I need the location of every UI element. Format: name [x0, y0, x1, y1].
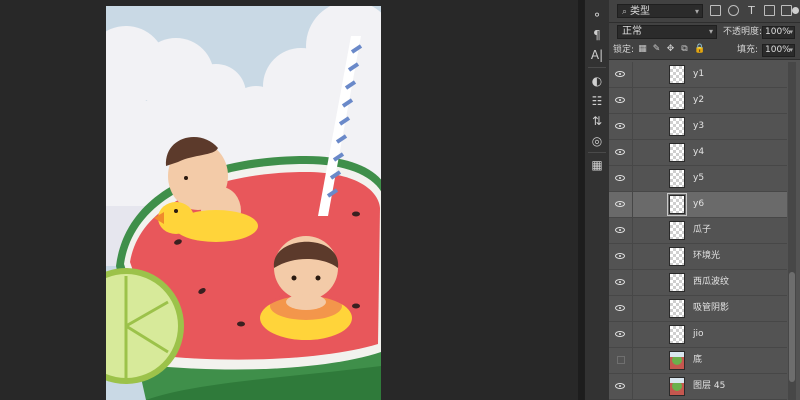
- lock-transparent-pixels-icon[interactable]: ▦: [638, 44, 647, 55]
- layer-thumbnail: [669, 65, 685, 84]
- opacity-label: 不透明度:: [723, 27, 763, 37]
- blend-opacity-bar: 正常 ▾ 不透明度: 100% ▾: [609, 23, 800, 41]
- layer-thumbnail: [669, 325, 685, 344]
- layer-name: y3: [693, 121, 705, 131]
- layer-thumbnail: [669, 299, 685, 318]
- properties-icon[interactable]: ☷: [587, 92, 607, 110]
- filter-toggle-icon[interactable]: [792, 7, 799, 14]
- search-icon: ⌕: [622, 7, 628, 17]
- visibility-toggle-icon[interactable]: [609, 270, 633, 295]
- layer-thumbnail: [669, 273, 685, 292]
- blend-mode-select[interactable]: 正常 ▾: [617, 25, 717, 39]
- layer-name: y4: [693, 147, 705, 157]
- visibility-toggle-icon[interactable]: [609, 192, 633, 217]
- layer-row[interactable]: 吸管阴影: [609, 296, 787, 322]
- visibility-toggle-icon[interactable]: [609, 166, 633, 191]
- paragraph-icon[interactable]: ¶: [587, 26, 607, 44]
- lock-label: 锁定:: [613, 45, 635, 55]
- chevron-down-icon: ▾: [708, 27, 713, 36]
- layer-thumbnail: [669, 221, 685, 240]
- lock-position-icon[interactable]: ✥: [666, 44, 675, 55]
- scrollbar-thumb[interactable]: [789, 272, 795, 382]
- image-filter-icon[interactable]: [710, 5, 721, 16]
- collapsed-panel-strip: ⚬ ¶ A| ◐ ☷ ⇅ ◎ ▦: [584, 0, 610, 400]
- fill-field[interactable]: 100% ▾: [762, 44, 795, 57]
- visibility-toggle-icon[interactable]: [609, 322, 633, 347]
- document-canvas-area[interactable]: [0, 0, 578, 400]
- chevron-down-icon: ▾: [694, 7, 699, 16]
- visibility-toggle-icon[interactable]: [609, 218, 633, 243]
- opacity-value: 100%: [765, 27, 791, 37]
- lock-image-pixels-icon[interactable]: ✎: [652, 44, 661, 55]
- smart-object-filter-icon[interactable]: [781, 5, 792, 16]
- layer-name: 底: [693, 355, 703, 365]
- history-icon[interactable]: ⚬: [587, 6, 607, 24]
- layer-thumbnail: [669, 143, 685, 162]
- fill-value: 100%: [765, 45, 791, 55]
- layer-kind-filter-label: 类型: [630, 6, 651, 17]
- layer-name: jio: [693, 329, 704, 339]
- artboard-illustration[interactable]: [106, 6, 381, 400]
- watermelon-illustration: [106, 6, 381, 400]
- opacity-field[interactable]: 100% ▾: [762, 26, 795, 39]
- layer-name: 吸管阴影: [693, 303, 730, 313]
- layer-name: 环境光: [693, 251, 721, 261]
- layer-thumbnail: [669, 169, 685, 188]
- layer-row[interactable]: 底: [609, 348, 787, 374]
- layer-row[interactable]: 图层 45: [609, 374, 787, 400]
- visibility-toggle-icon[interactable]: [609, 244, 633, 269]
- adjustments-icon[interactable]: ◐: [587, 72, 607, 90]
- layers-panel: ⌕ 类型 ▾ T 正常 ▾ 不透明度: 100% ▾ 锁定: ▦ ✎ ✥ ⧉ 🔒 填…: [609, 0, 800, 400]
- blend-mode-value: 正常: [622, 26, 642, 37]
- type-filter-icon[interactable]: T: [746, 5, 757, 16]
- layer-thumbnail: [667, 193, 687, 216]
- paths-icon[interactable]: ◎: [587, 132, 607, 150]
- layer-name: y6: [693, 199, 705, 209]
- layer-name: 图层 45: [693, 381, 726, 391]
- adjustment-filter-icon[interactable]: [728, 5, 739, 16]
- layers-scrollbar[interactable]: [788, 62, 796, 400]
- visibility-toggle-icon[interactable]: [609, 62, 633, 87]
- layer-row[interactable]: y2: [609, 88, 787, 114]
- shape-filter-icon[interactable]: [764, 5, 775, 16]
- layer-row[interactable]: y3: [609, 114, 787, 140]
- layer-thumbnail: [669, 117, 685, 136]
- character-icon[interactable]: A|: [587, 46, 607, 64]
- layer-name: 瓜子: [693, 225, 712, 235]
- layer-row[interactable]: 西瓜波纹: [609, 270, 787, 296]
- layer-name: y5: [693, 173, 705, 183]
- visibility-toggle-icon[interactable]: [609, 348, 633, 373]
- visibility-toggle-icon[interactable]: [609, 114, 633, 139]
- layer-row[interactable]: jio: [609, 322, 787, 348]
- layer-thumbnail: [669, 91, 685, 110]
- lock-fill-bar: 锁定: ▦ ✎ ✥ ⧉ 🔒 填充: 100% ▾: [609, 41, 800, 60]
- lock-all-icon[interactable]: 🔒: [694, 44, 705, 55]
- visibility-toggle-icon[interactable]: [609, 296, 633, 321]
- layer-row[interactable]: 环境光: [609, 244, 787, 270]
- layer-thumbnail: [669, 377, 685, 396]
- visibility-toggle-icon[interactable]: [609, 140, 633, 165]
- layer-row-selected[interactable]: y6: [609, 192, 787, 218]
- layer-name: 西瓜波纹: [693, 277, 730, 287]
- layer-kind-filter-select[interactable]: ⌕ 类型 ▾: [617, 4, 703, 18]
- lock-artboard-icon[interactable]: ⧉: [680, 44, 689, 55]
- layer-list: y1 y2 y3 y4 y5 y6 瓜子 环境光 西瓜波纹 吸管阴影 jio 底…: [609, 62, 787, 400]
- visibility-toggle-icon[interactable]: [609, 88, 633, 113]
- layer-row[interactable]: y5: [609, 166, 787, 192]
- layer-thumbnail: [669, 247, 685, 266]
- layer-name: y2: [693, 95, 705, 105]
- layer-row[interactable]: y4: [609, 140, 787, 166]
- layer-thumbnail: [669, 351, 685, 370]
- brush-presets-icon[interactable]: ▦: [587, 156, 607, 174]
- layer-row[interactable]: y1: [609, 62, 787, 88]
- layer-name: y1: [693, 69, 705, 79]
- channels-icon[interactable]: ⇅: [587, 112, 607, 130]
- layer-filter-bar: ⌕ 类型 ▾ T: [609, 0, 800, 23]
- visibility-toggle-icon[interactable]: [609, 374, 633, 399]
- fill-label: 填充:: [737, 45, 759, 55]
- layer-row[interactable]: 瓜子: [609, 218, 787, 244]
